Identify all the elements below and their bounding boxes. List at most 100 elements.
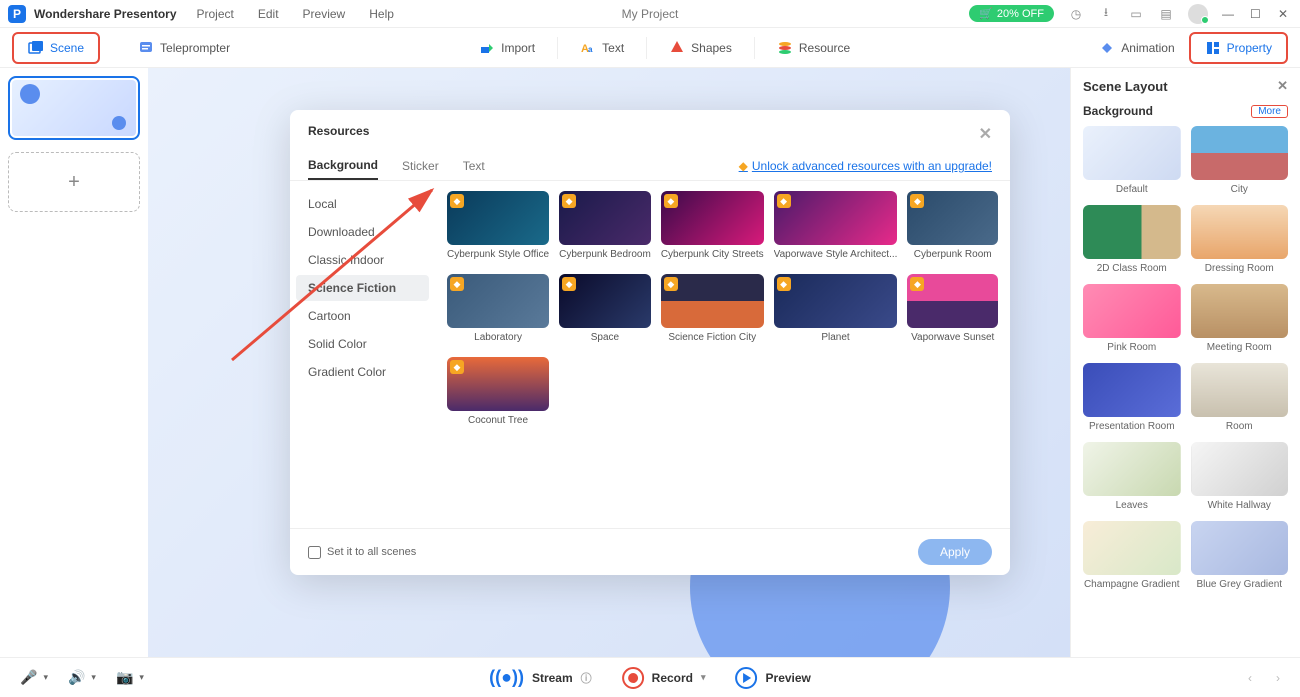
resource-button[interactable]: Resource — [763, 34, 864, 62]
resource-item-6[interactable]: ◆Space — [559, 274, 651, 343]
close-icon[interactable]: ✕ — [1278, 7, 1292, 21]
slides-panel: 1 + — [0, 68, 148, 657]
resource-item-1[interactable]: ◆Cyberpunk Bedroom — [559, 191, 651, 260]
resource-thumb: ◆ — [559, 191, 651, 245]
tab-text[interactable]: Text — [463, 153, 485, 179]
bg-label: Leaves — [1083, 500, 1181, 511]
shapes-button[interactable]: Shapes — [655, 34, 746, 62]
stream-button[interactable]: ((●)) Stream ⓘ — [489, 667, 592, 689]
prev-slide-button[interactable]: ‹ — [1248, 671, 1252, 685]
section-title: Background — [1083, 104, 1153, 118]
mic-control[interactable]: 🎤▾ — [20, 669, 48, 686]
bg-label: Presentation Room — [1083, 421, 1181, 432]
text-button[interactable]: Aa Text — [566, 34, 638, 62]
category-science-fiction[interactable]: Science Fiction — [296, 275, 429, 301]
project-title: My Project — [622, 7, 679, 21]
bg-item-10[interactable]: Champagne Gradient — [1083, 521, 1181, 590]
resource-thumb: ◆ — [447, 274, 549, 328]
panel-close-icon[interactable]: ✕ — [1277, 78, 1288, 94]
bg-thumb — [1191, 205, 1289, 259]
bg-item-2[interactable]: 2D Class Room — [1083, 205, 1181, 274]
resource-item-8[interactable]: ◆Planet — [774, 274, 898, 343]
clock-icon[interactable]: ◷ — [1068, 6, 1084, 22]
premium-badge-icon: ◆ — [562, 194, 576, 208]
scene-icon — [28, 40, 44, 56]
play-icon — [736, 667, 758, 689]
resource-item-3[interactable]: ◆Vaporwave Style Architect... — [774, 191, 898, 260]
text-label: Text — [602, 41, 624, 55]
slide-thumb-1[interactable]: 1 — [8, 76, 140, 140]
bg-item-3[interactable]: Dressing Room — [1191, 205, 1289, 274]
offer-badge[interactable]: 🛒 20% OFF — [969, 5, 1054, 22]
preview-button[interactable]: Preview — [736, 667, 811, 689]
resource-item-7[interactable]: ◆Science Fiction City — [661, 274, 764, 343]
bg-thumb — [1191, 284, 1289, 338]
category-local[interactable]: Local — [296, 191, 429, 217]
animation-label: Animation — [1121, 41, 1174, 55]
bg-item-4[interactable]: Pink Room — [1083, 284, 1181, 353]
apply-button[interactable]: Apply — [918, 539, 992, 565]
speaker-control[interactable]: 🔊▾ — [68, 669, 96, 686]
resource-item-2[interactable]: ◆Cyberpunk City Streets — [661, 191, 764, 260]
inbox-icon[interactable]: ⭳ — [1098, 6, 1114, 22]
category-gradient-color[interactable]: Gradient Color — [296, 359, 429, 385]
add-slide-button[interactable]: + — [8, 152, 140, 212]
resource-label: Space — [559, 332, 651, 343]
next-slide-button[interactable]: › — [1276, 671, 1280, 685]
resource-item-9[interactable]: ◆Vaporwave Sunset — [907, 274, 998, 343]
category-solid-color[interactable]: Solid Color — [296, 331, 429, 357]
bg-item-7[interactable]: Room — [1191, 363, 1289, 432]
resource-item-0[interactable]: ◆Cyberpunk Style Office — [447, 191, 549, 260]
bg-label: City — [1191, 184, 1289, 195]
animation-button[interactable]: Animation — [1085, 34, 1188, 62]
menu-preview[interactable]: Preview — [303, 7, 346, 21]
category-downloaded[interactable]: Downloaded — [296, 219, 429, 245]
tab-sticker[interactable]: Sticker — [402, 153, 439, 179]
bottom-bar: 🎤▾ 🔊▾ 📷▾ ((●)) Stream ⓘ Record ▾ Preview… — [0, 657, 1300, 697]
bg-item-8[interactable]: Leaves — [1083, 442, 1181, 511]
menu-help[interactable]: Help — [369, 7, 394, 21]
resource-thumb: ◆ — [447, 357, 549, 411]
record-button[interactable]: Record ▾ — [622, 667, 706, 689]
resource-item-4[interactable]: ◆Cyberpunk Room — [907, 191, 998, 260]
tab-background[interactable]: Background — [308, 152, 378, 180]
modal-close-icon[interactable]: ✕ — [979, 124, 992, 144]
premium-badge-icon: ◆ — [664, 194, 678, 208]
bg-thumb — [1083, 205, 1181, 259]
maximize-icon[interactable]: ☐ — [1250, 7, 1264, 21]
bg-thumb — [1191, 442, 1289, 496]
menu-project[interactable]: Project — [197, 7, 234, 21]
resource-thumb: ◆ — [907, 274, 998, 328]
scene-button[interactable]: Scene — [12, 32, 100, 64]
feedback-icon[interactable]: ▤ — [1158, 6, 1174, 22]
plus-icon: + — [68, 171, 80, 194]
bg-item-5[interactable]: Meeting Room — [1191, 284, 1289, 353]
resource-thumb: ◆ — [447, 191, 549, 245]
bg-item-9[interactable]: White Hallway — [1191, 442, 1289, 511]
chevron-down-icon: ▾ — [139, 672, 144, 683]
set-all-input[interactable] — [308, 546, 321, 559]
bg-item-1[interactable]: City — [1191, 126, 1289, 195]
more-button[interactable]: More — [1251, 105, 1288, 118]
mic-icon: 🎤 — [20, 669, 37, 686]
premium-badge-icon: ◆ — [450, 277, 464, 291]
category-cartoon[interactable]: Cartoon — [296, 303, 429, 329]
diamond-icon: ◆ — [739, 159, 748, 173]
menu-edit[interactable]: Edit — [258, 7, 279, 21]
category-classic-indoor[interactable]: Classic Indoor — [296, 247, 429, 273]
bg-item-11[interactable]: Blue Grey Gradient — [1191, 521, 1289, 590]
import-button[interactable]: Import — [465, 34, 549, 62]
teleprompter-button[interactable]: Teleprompter — [124, 34, 244, 62]
resource-item-5[interactable]: ◆Laboratory — [447, 274, 549, 343]
bg-item-6[interactable]: Presentation Room — [1083, 363, 1181, 432]
resource-item-10[interactable]: ◆Coconut Tree — [447, 357, 549, 426]
property-button[interactable]: Property — [1189, 32, 1288, 64]
upgrade-link[interactable]: ◆ Unlock advanced resources with an upgr… — [739, 159, 992, 173]
bg-item-0[interactable]: Default — [1083, 126, 1181, 195]
camera-control[interactable]: 📷▾ — [116, 669, 144, 686]
avatar[interactable] — [1188, 4, 1208, 24]
minimize-icon[interactable]: — — [1222, 7, 1236, 21]
bg-thumb — [1191, 521, 1289, 575]
set-all-checkbox[interactable]: Set it to all scenes — [308, 546, 416, 559]
chat-icon[interactable]: ▭ — [1128, 6, 1144, 22]
